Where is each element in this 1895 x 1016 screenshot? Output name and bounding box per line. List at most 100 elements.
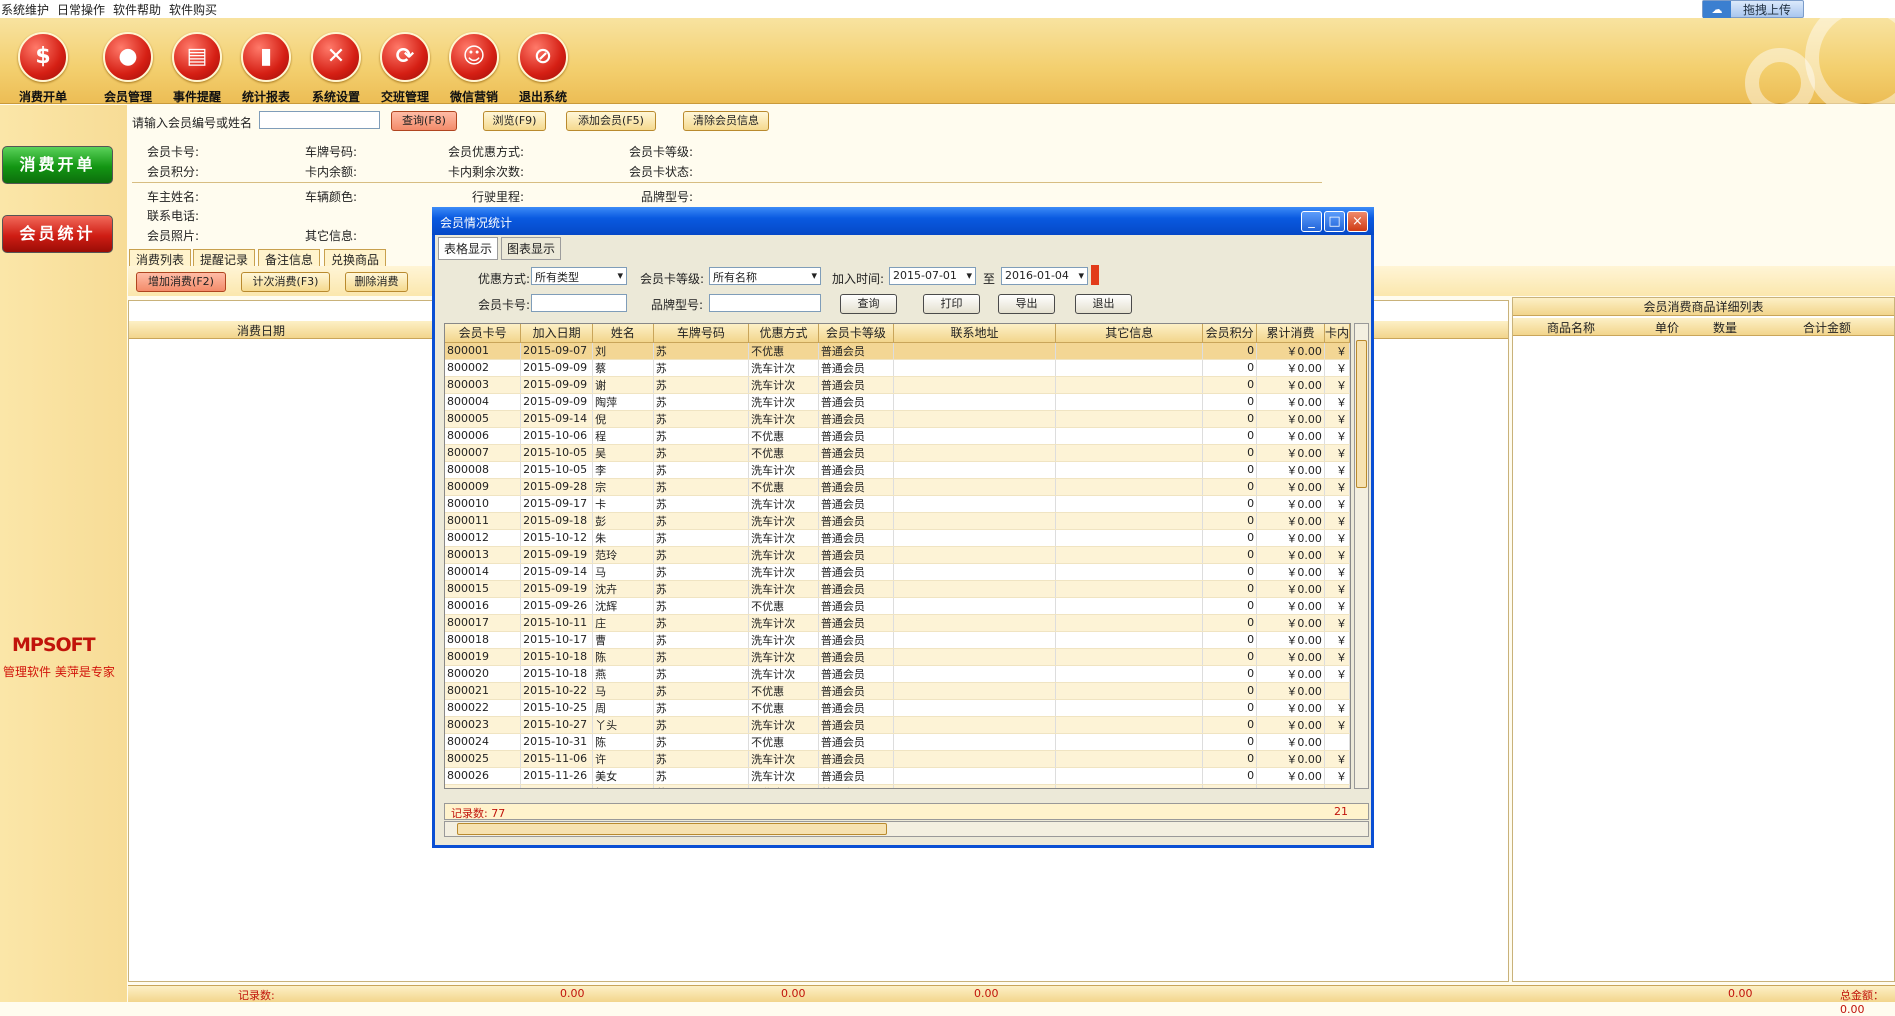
maximize-button[interactable]: □ [1324,211,1345,232]
toolbar-button-2[interactable]: ▤ 事件提醒 [157,32,237,105]
tab-table-view[interactable]: 表格显示 [438,237,499,260]
toolbar-button-1[interactable]: ● 会员管理 [88,32,168,105]
browse-button[interactable]: 浏览(F9) [483,111,546,131]
col-header[interactable]: 累计消费 [1256,324,1325,343]
tab-chart-view[interactable]: 图表显示 [501,237,562,260]
date-to-input[interactable]: 2016-01-04 ▾ [1001,267,1088,285]
table-row[interactable]: 800014 2015-09-14 马苏洗车计次 普通会员 0 ￥0.00 ￥ [445,563,1350,581]
table-cell: 不优惠 [748,427,819,445]
level-select[interactable]: 所有名称 ▾ [709,267,821,285]
menu-item[interactable]: 软件帮助 [113,1,167,18]
table-cell: 不优惠 [748,682,819,700]
dialog-query-button[interactable]: 查询 [840,294,897,314]
col-header[interactable]: 优惠方式 [748,324,819,343]
table-cell: 不优惠 [748,733,819,751]
table-row[interactable]: 800013 2015-09-19 范玲苏洗车计次 普通会员 0 ￥0.00 ￥ [445,546,1350,564]
table-row[interactable]: 800021 2015-10-22 马苏不优惠 普通会员 0 ￥0.00 [445,682,1350,700]
menu-item[interactable]: 系统维护 [0,1,55,18]
date-from-input[interactable]: 2015-07-01 ▾ [889,267,976,285]
close-button[interactable]: × [1347,211,1368,232]
table-cell: 2015-10-25 [520,699,594,717]
add-consume-button[interactable]: 增加消费(F2) [136,272,226,292]
table-row[interactable]: 800025 2015-11-06 许苏洗车计次 普通会员 0 ￥0.00 ￥ [445,750,1350,768]
table-row[interactable]: 800017 2015-10-11 庄苏洗车计次 普通会员 0 ￥0.00 ￥ [445,614,1350,632]
toolbar-button-3[interactable]: ▮ 统计报表 [226,32,306,105]
search-input[interactable] [259,111,380,129]
table-cell: 李 [592,461,654,479]
upload-button[interactable]: ☁ 拖拽上传 [1702,0,1804,18]
table-row[interactable]: 800018 2015-10-17 曹苏洗车计次 普通会员 0 ￥0.00 ￥ [445,631,1350,649]
table-cell: 2015-09-19 [520,580,594,598]
table-row[interactable]: 800023 2015-10-27 丫头苏洗车计次 普通会员 0 ￥0.00 ￥ [445,716,1350,734]
table-row[interactable]: 800019 2015-10-18 陈苏洗车计次 普通会员 0 ￥0.00 ￥ [445,648,1350,666]
table-row[interactable]: 800001 2015-09-07 刘苏不优惠 普通会员 0 ￥0.00 ￥ [445,342,1350,360]
table-row[interactable]: 800010 2015-09-17 卡苏洗车计次 普通会员 0 ￥0.00 ￥ [445,495,1350,513]
table-cell: 苏 [653,716,750,734]
table-row[interactable]: 800003 2015-09-09 谢苏洗车计次 普通会员 0 ￥0.00 ￥ [445,376,1350,394]
table-row[interactable]: 800020 2015-10-18 燕苏洗车计次 普通会员 0 ￥0.00 ￥ [445,665,1350,683]
table-cell: 800014 [445,563,522,581]
col-header[interactable]: 联系地址 [893,324,1057,343]
model-input[interactable] [709,294,821,312]
table-row[interactable]: 800016 2015-09-26 沈辉苏不优惠 普通会员 0 ￥0.00 ￥ [445,597,1350,615]
h-scroll-thumb[interactable] [457,823,887,835]
table-row[interactable]: 800022 2015-10-25 周苏不优惠 普通会员 0 ￥0.00 ￥ [445,699,1350,717]
delete-consume-button[interactable]: 删除消费 [345,272,408,292]
count-consume-button[interactable]: 计次消费(F3) [241,272,330,292]
toolbar-button-7[interactable]: ⊘ 退出系统 [503,32,583,105]
member-stats-button[interactable]: 会员统计 [2,215,113,253]
table-cell: 蔡 [592,359,654,377]
table-cell: 普通会员 [818,580,894,598]
col-header[interactable]: 其它信息 [1055,324,1204,343]
table-row[interactable]: 800024 2015-10-31 陈苏不优惠 普通会员 0 ￥0.00 [445,733,1350,751]
horizontal-scrollbar[interactable] [444,821,1369,837]
toolbar-button-5[interactable]: ⟳ 交班管理 [365,32,445,105]
table-cell: 2015-09-14 [520,410,594,428]
col-header[interactable]: 姓名 [592,324,654,343]
toolbar-button-4[interactable]: ✕ 系统设置 [296,32,376,105]
col-header[interactable]: 车牌号码 [653,324,750,343]
table-row[interactable]: 800006 2015-10-06 程苏不优惠 普通会员 0 ￥0.00 ￥ [445,427,1350,445]
col-header[interactable]: 会员卡等级 [818,324,894,343]
table-row[interactable]: 800008 2015-10-05 李苏洗车计次 普通会员 0 ￥0.00 ￥ [445,461,1350,479]
export-button[interactable]: 导出 [998,294,1055,314]
open-order-button[interactable]: 消费开单 [2,146,113,184]
table-row[interactable]: 800005 2015-09-14 倪苏洗车计次 普通会员 0 ￥0.00 ￥ [445,410,1350,428]
menu-item[interactable]: 日常操作 [57,1,111,18]
table-row[interactable]: 800004 2015-09-09 陶萍苏洗车计次 普通会员 0 ￥0.00 ￥ [445,393,1350,411]
scroll-thumb[interactable] [1356,340,1367,488]
table-row[interactable]: 800012 2015-10-12 朱苏洗车计次 普通会员 0 ￥0.00 ￥ [445,529,1350,547]
table-row[interactable]: 800002 2015-09-09 蔡苏洗车计次 普通会员 0 ￥0.00 ￥ [445,359,1350,377]
table-cell [1055,478,1204,496]
table-row[interactable]: 800009 2015-09-28 宗苏不优惠 普通会员 0 ￥0.00 ￥ [445,478,1350,496]
toolbar-button-0[interactable]: $ 消费开单 [3,32,83,105]
menu-bar: 系统维护 日常操作 软件帮助 软件购买 [0,0,1895,18]
table-row[interactable]: 800026 2015-11-26 美女苏洗车计次 普通会员 0 ￥0.00 ￥ [445,767,1350,785]
col-header[interactable]: 卡内 [1324,324,1350,343]
table-cell: 2015-10-18 [520,665,594,683]
member-table[interactable]: 会员卡号 加入日期 姓名 车牌号码 优惠方式 会员卡等级 联系地址 其它信息 会员积分 累计消费卡… [444,323,1351,789]
table-row[interactable]: 8000272015-11-26杨苏不优惠普通会员 0￥0.00￥ [445,784,1350,788]
table-row[interactable]: 800015 2015-09-19 沈卉苏洗车计次 普通会员 0 ￥0.00 ￥ [445,580,1350,598]
table-cell [893,393,1057,411]
table-cell: 800025 [445,750,522,768]
clear-member-button[interactable]: 清除会员信息 [683,111,769,131]
exit-button[interactable]: 退出 [1075,294,1132,314]
menu-item[interactable]: 软件购买 [169,1,223,18]
col-header[interactable]: 会员卡号 [445,324,522,343]
table-row[interactable]: 800011 2015-09-18 彭苏洗车计次 普通会员 0 ￥0.00 ￥ [445,512,1350,530]
col-header[interactable]: 加入日期 [520,324,594,343]
query-button[interactable]: 查询(F8) [391,111,457,131]
table-cell: 0 [1202,342,1258,360]
minimize-button[interactable]: _ [1301,211,1322,232]
table-cell: 800027 [445,784,522,788]
table-row[interactable]: 800007 2015-10-05 吴苏不优惠 普通会员 0 ￥0.00 ￥ [445,444,1350,462]
table-cell [893,614,1057,632]
toolbar-button-6[interactable]: ☺ 微信营销 [434,32,514,105]
add-member-button[interactable]: 添加会员(F5) [566,111,656,131]
discount-select[interactable]: 所有类型 ▾ [531,267,627,285]
card-no-input[interactable] [531,294,627,312]
print-button[interactable]: 打印 [923,294,980,314]
col-header[interactable]: 会员积分 [1202,324,1258,343]
vertical-scrollbar[interactable] [1354,323,1369,789]
